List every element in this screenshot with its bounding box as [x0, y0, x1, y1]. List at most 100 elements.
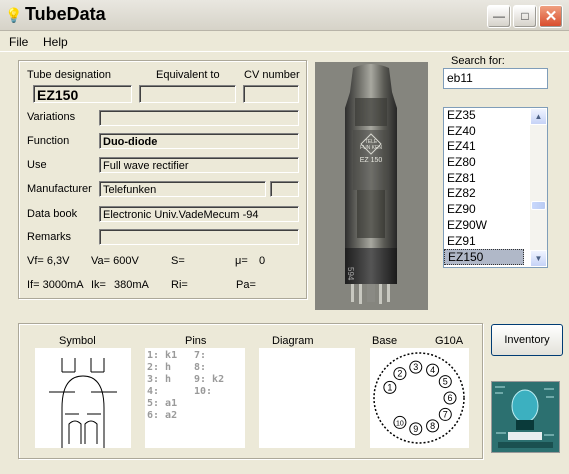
lightbulb-icon: 💡 — [5, 7, 23, 23]
manufacturer-extra-field[interactable] — [270, 181, 299, 197]
scroll-thumb[interactable] — [531, 201, 546, 210]
tube-list-item[interactable]: EZ41 — [444, 139, 527, 155]
tube-list-item[interactable]: EZ82 — [444, 186, 527, 202]
pin-entry: 5: a1 — [147, 398, 178, 409]
base-pin-number: 5 — [443, 377, 448, 387]
pin-entry: 4: — [147, 386, 160, 397]
mu-value: 0 — [259, 255, 266, 267]
base-pin-number: 3 — [413, 362, 418, 372]
data-book-field[interactable]: Electronic Univ.VadeMecum -94 — [99, 206, 299, 222]
base-pin: 8 — [426, 419, 440, 433]
base-pin: 6 — [443, 391, 457, 405]
chevron-up-icon: ▲ — [534, 112, 543, 121]
data-book-label: Data book — [27, 208, 78, 220]
tube-photo-image: TELE FUN KEN EZ 150 594 — [315, 62, 428, 310]
variations-label: Variations — [27, 111, 76, 123]
pins-label: Pins — [185, 335, 207, 347]
minimize-button[interactable]: — — [487, 5, 511, 28]
maximize-icon: □ — [521, 9, 529, 23]
tube-listbox[interactable]: EZ35 EZ40 EZ41 EZ80 EZ81 EZ82 EZ90 EZ90W EZ91 EZ1… — [443, 107, 548, 268]
cv-number-field[interactable] — [243, 85, 299, 103]
app-logo — [491, 381, 560, 453]
base-pin-number: 4 — [430, 365, 435, 375]
tube-list-item[interactable]: EZ40 — [444, 124, 527, 140]
mu-label: μ= — [235, 255, 248, 267]
pins-left-column: 1: k1 2: h 3: h 4: 5: a1 6: a2 — [147, 350, 177, 422]
base-pin-number: 7 — [443, 409, 448, 419]
menu-file[interactable]: File — [9, 35, 28, 49]
remarks-field[interactable] — [99, 229, 299, 245]
vf-value: Vf= 6,3V — [27, 255, 70, 267]
manufacturer-field[interactable]: Telefunken — [99, 181, 266, 197]
pins-panel: 1: k1 2: h 3: h 4: 5: a1 6: a2 7: 8: 9: k2 10: — [145, 348, 245, 448]
inventory-button[interactable]: Inventory — [491, 324, 563, 356]
tube-list-item[interactable]: EZ90 — [444, 202, 527, 218]
scroll-down-button[interactable]: ▼ — [530, 250, 547, 267]
tube-list-item[interactable]: EZ81 — [444, 171, 527, 187]
base-pin-number: 8 — [430, 421, 435, 431]
base-pin: 4 — [426, 363, 440, 377]
remarks-label: Remarks — [27, 231, 72, 243]
tube-list-item[interactable]: EZ90W — [444, 218, 527, 234]
tube-list-item[interactable]: EZ80 — [444, 155, 527, 171]
pa-value: Pa= — [236, 279, 256, 291]
search-label: Search for: — [451, 55, 505, 67]
base-pin: 9 — [409, 422, 423, 436]
pins-right-column: 7: 8: 9: k2 10: — [194, 350, 224, 398]
minimize-icon: — — [493, 9, 505, 23]
diagram-label: Diagram — [272, 335, 314, 347]
pin-entry: 2: h — [147, 362, 172, 373]
base-pin: 10 — [393, 415, 407, 429]
base-pin: 3 — [409, 360, 423, 374]
pin-entry: 10: — [194, 386, 213, 397]
symbol-label: Symbol — [59, 335, 96, 347]
chevron-down-icon: ▼ — [534, 254, 543, 263]
menu-bar: File Help — [0, 31, 569, 52]
pin-entry: 3: h — [147, 374, 172, 385]
scroll-up-button[interactable]: ▲ — [530, 108, 547, 125]
maximize-button[interactable]: □ — [513, 5, 537, 28]
tube-designation-label: Tube designation — [27, 69, 111, 81]
base-type-label: G10A — [435, 335, 464, 347]
svg-text:EZ 150: EZ 150 — [360, 157, 383, 164]
variations-field[interactable] — [99, 110, 299, 126]
base-pin-number: 1 — [387, 382, 392, 392]
duo-diode-symbol — [49, 358, 117, 448]
base-pin-number: 10 — [396, 420, 404, 427]
tube-logo-image — [492, 382, 559, 452]
window-title: TubeData — [25, 4, 106, 24]
base-pin-number: 9 — [413, 424, 418, 434]
ik-label: Ik= — [91, 279, 106, 291]
pin-entry: 1: k1 — [147, 350, 178, 361]
cv-number-label: CV number — [244, 69, 300, 81]
title-bar[interactable]: 💡 TubeData — □ ✕ — [0, 0, 569, 31]
base-pin-number: 2 — [397, 369, 402, 379]
tube-list-item[interactable]: EZ150 — [444, 249, 524, 265]
pin-entry: 9: k2 — [194, 374, 225, 385]
list-scrollbar[interactable]: ▲ ▼ — [530, 108, 547, 267]
search-input[interactable]: eb11 — [443, 68, 548, 89]
base-label: Base — [372, 335, 398, 347]
va-value: Va= 600V — [91, 255, 139, 267]
s-value: S= — [171, 255, 185, 267]
base-pin: 1 — [383, 380, 397, 394]
menu-help[interactable]: Help — [43, 35, 68, 49]
base-pin: 5 — [438, 375, 452, 389]
base-pin: 2 — [393, 367, 407, 381]
svg-text:FUN KEN: FUN KEN — [360, 145, 382, 151]
tube-list-item[interactable]: EZ91 — [444, 234, 527, 250]
base-pin-number: 6 — [447, 393, 452, 403]
ri-value: Ri= — [171, 279, 188, 291]
function-field[interactable]: Duo-diode — [99, 133, 299, 149]
equivalent-to-label: Equivalent to — [156, 69, 220, 81]
pin-entry: 7: — [194, 350, 207, 361]
function-label: Function — [27, 135, 70, 147]
tube-designation-field[interactable]: EZ150 — [33, 85, 132, 103]
use-field[interactable]: Full wave rectifier — [99, 157, 299, 173]
equivalent-to-field[interactable] — [139, 85, 236, 103]
tube-list-item[interactable]: EZ35 — [444, 108, 527, 124]
if-value: If= 3000mA — [27, 279, 84, 291]
base-pin: 7 — [438, 407, 452, 421]
close-button[interactable]: ✕ — [539, 5, 563, 28]
base-panel: 1 2 3 4 5 6 7 8 9 10 — [370, 348, 469, 448]
